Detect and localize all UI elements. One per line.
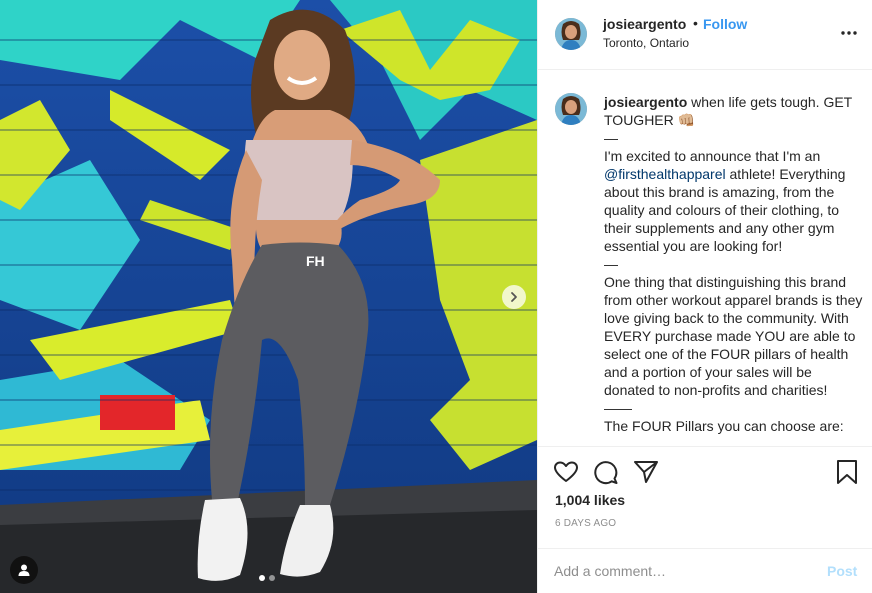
avatar[interactable] [555, 18, 587, 50]
carousel-dot [269, 575, 275, 581]
carousel-indicator [259, 575, 275, 581]
post-caption: josieargento when life gets tough. GET T… [604, 93, 866, 435]
post-comment-button[interactable]: Post [827, 563, 857, 579]
share-icon [634, 461, 658, 483]
follow-button[interactable]: Follow [703, 16, 747, 32]
more-options-button[interactable] [838, 24, 860, 42]
separator-dot: • [693, 15, 698, 31]
comment-input[interactable] [554, 561, 814, 581]
user-icon [18, 564, 30, 576]
comment-form: Post [538, 548, 872, 593]
post-actions: 1,004 likes 6 DAYS AGO [538, 446, 872, 548]
chevron-right-icon [511, 292, 517, 302]
comment-button[interactable] [593, 459, 619, 485]
caption-text-part-2: athlete! Everything about this brand is … [604, 166, 863, 434]
save-button[interactable] [834, 459, 860, 485]
location-link[interactable]: Toronto, Ontario [603, 36, 689, 50]
post-image[interactable]: FH [0, 0, 537, 593]
more-options-icon [841, 31, 857, 35]
tagged-user-button[interactable] [10, 556, 38, 584]
avatar-image [555, 93, 587, 125]
header-username[interactable]: josieargento [603, 16, 686, 32]
like-button[interactable] [553, 459, 579, 485]
caption-username[interactable]: josieargento [604, 94, 687, 110]
post-timestamp: 6 DAYS AGO [555, 518, 617, 529]
heart-icon [554, 461, 578, 482]
bookmark-icon [837, 460, 857, 484]
carousel-dot-active [259, 575, 265, 581]
svg-text:FH: FH [306, 253, 325, 269]
likes-count[interactable]: 1,004 likes [555, 492, 625, 508]
avatar-image [555, 18, 587, 50]
share-button[interactable] [633, 459, 659, 485]
mention-link[interactable]: @firsthealthapparel [604, 166, 726, 182]
post-header: josieargento • Follow Toronto, Ontario [538, 0, 872, 70]
post-photo: FH [0, 0, 537, 593]
caption-avatar[interactable] [555, 93, 587, 125]
post-details-panel: josieargento • Follow Toronto, Ontario j… [537, 0, 872, 593]
comments-section[interactable]: josieargento when life gets tough. GET T… [538, 71, 872, 446]
comment-icon [594, 461, 618, 485]
next-image-button[interactable] [502, 285, 526, 309]
